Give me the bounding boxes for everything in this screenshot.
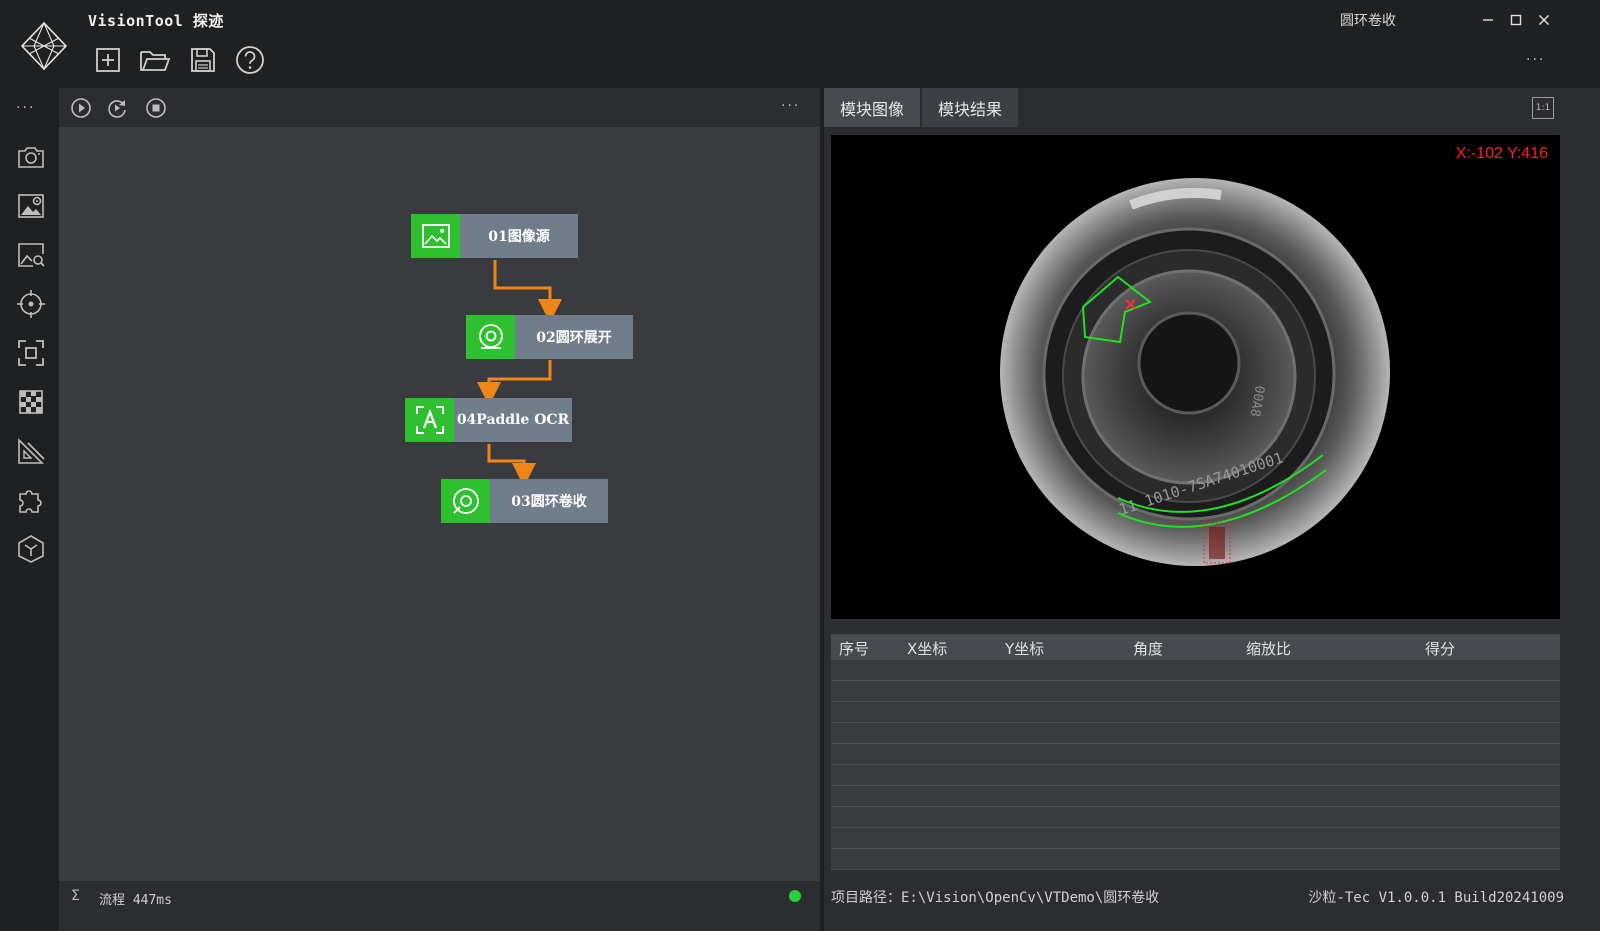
flow-node-label: 03圆环卷收: [490, 479, 608, 523]
table-row-divider: [831, 848, 1560, 849]
image-icon: [411, 214, 460, 258]
connector-3-4: [487, 444, 536, 487]
focus-frame-icon[interactable]: [14, 336, 48, 370]
column-header-x: X坐标: [907, 640, 948, 658]
sidebar-more-button[interactable]: ···: [16, 100, 35, 116]
flow-node-image-source[interactable]: 01图像源: [411, 214, 578, 258]
results-header: 序号 X坐标 Y坐标 角度 缩放比 得分: [831, 634, 1560, 660]
ring-wrap-icon: [441, 479, 490, 523]
flow-node-ring-wrap[interactable]: 03圆环卷收: [441, 479, 608, 523]
column-header-index: 序号: [839, 640, 870, 658]
connector-2-3: [477, 360, 552, 406]
column-header-angle: 角度: [1133, 640, 1164, 658]
table-row-divider: [831, 701, 1560, 702]
ocr-icon: [405, 398, 454, 442]
title-bar: VisionTool 探迹 圆环卷收 ···: [0, 0, 1600, 88]
table-row-divider: [831, 722, 1560, 723]
camera-icon[interactable]: [14, 140, 48, 174]
flow-node-ring-unwrap[interactable]: 02圆环展开: [466, 315, 633, 359]
flow-node-label: 01图像源: [460, 214, 578, 258]
save-icon[interactable]: [187, 44, 219, 76]
ring-image: 00A8 11 1010-7SA74010001 ×: [1000, 178, 1390, 566]
play-circle-icon[interactable]: [69, 96, 93, 120]
flow-time: 流程 447ms: [99, 893, 172, 908]
module-panel: 模块图像 模块结果 1:1 00A8 11 1010-7SA74010001 ×…: [820, 88, 1600, 931]
help-icon[interactable]: [234, 44, 266, 76]
flow-toolbar: ···: [59, 88, 820, 127]
close-button[interactable]: [1532, 10, 1556, 30]
stop-circle-icon[interactable]: [144, 96, 168, 120]
image-search-icon[interactable]: [14, 238, 48, 272]
table-row-divider: [831, 785, 1560, 786]
app-title: VisionTool 探迹: [88, 12, 224, 30]
column-header-y: Y坐标: [1005, 640, 1045, 658]
column-header-score: 得分: [1425, 640, 1456, 658]
module-tabs: 模块图像 模块结果 1:1: [824, 88, 1600, 127]
window-name: 圆环卷收: [1340, 13, 1396, 29]
flow-node-label: 04Paddle OCR: [454, 398, 572, 442]
flow-canvas[interactable]: ··· 01图像源 02圆环展开 04Paddle OCR 03圆环卷收: [59, 88, 820, 881]
ruler-triangle-icon[interactable]: [14, 434, 48, 468]
project-status-bar: 项目路径：E:\Vision\OpenCv\VTDemo\圆环卷收 沙粒-Tec…: [824, 881, 1600, 931]
diamond-logo-icon: [18, 20, 70, 72]
tab-module-image[interactable]: 模块图像: [824, 88, 920, 127]
table-row-divider: [831, 869, 1560, 870]
project-path: 项目路径：E:\Vision\OpenCv\VTDemo\圆环卷收: [831, 890, 1160, 906]
flow-more-button[interactable]: ···: [781, 98, 800, 114]
table-row-divider: [831, 827, 1560, 828]
coordinate-readout: X:-102 Y:416: [1455, 145, 1548, 162]
image-view[interactable]: 00A8 11 1010-7SA74010001 × X:-102 Y:416: [831, 135, 1560, 619]
new-file-icon[interactable]: [92, 44, 124, 76]
maximize-button[interactable]: [1504, 10, 1528, 30]
table-row-divider: [831, 806, 1560, 807]
folder-open-icon[interactable]: [139, 44, 171, 76]
puzzle-icon[interactable]: [14, 483, 48, 517]
connector-1-2: [493, 260, 562, 323]
minimize-button[interactable]: [1476, 10, 1500, 30]
table-row-divider: [831, 764, 1560, 765]
tab-module-result[interactable]: 模块结果: [922, 88, 1018, 127]
svg-text:×: ×: [1123, 294, 1138, 315]
column-header-scale: 缩放比: [1246, 640, 1292, 658]
sigma-icon: Σ: [71, 888, 80, 904]
checkerboard-icon[interactable]: [14, 385, 48, 419]
image-gear-icon[interactable]: [14, 189, 48, 223]
table-row-divider: [831, 743, 1560, 744]
cube-icon[interactable]: [14, 532, 48, 566]
ring-unwrap-icon: [466, 315, 515, 359]
flow-node-label: 02圆环展开: [515, 315, 633, 359]
flow-node-paddle-ocr[interactable]: 04Paddle OCR: [405, 398, 572, 442]
results-table: 序号 X坐标 Y坐标 角度 缩放比 得分: [831, 634, 1560, 870]
flow-connectors: [477, 260, 562, 487]
crosshair-icon[interactable]: [14, 287, 48, 321]
table-row-divider: [831, 680, 1560, 681]
version-label: 沙粒-Tec V1.0.0.1 Build20241009: [1308, 890, 1564, 906]
title-more-button[interactable]: ···: [1526, 52, 1545, 68]
loop-run-icon[interactable]: [105, 96, 129, 120]
flow-status-bar: Σ 流程 447ms: [59, 881, 820, 931]
status-indicator: [789, 890, 801, 902]
left-sidebar: ···: [0, 88, 59, 931]
fit-1-1-button[interactable]: 1:1: [1532, 97, 1554, 119]
